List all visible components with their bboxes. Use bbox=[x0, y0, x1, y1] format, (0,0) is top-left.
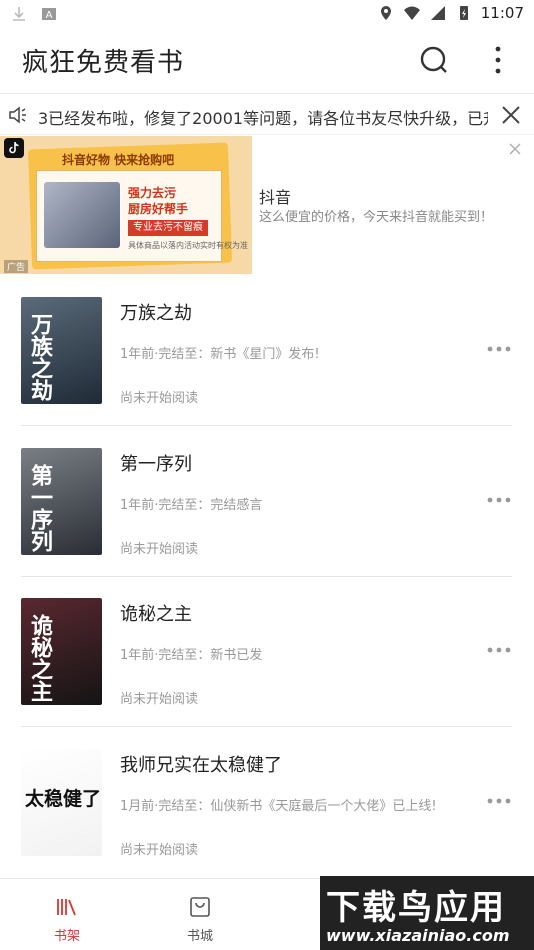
ad-headline: 抖音好物 快来抢购吧 bbox=[62, 153, 175, 167]
watermark-url: www.xiazainiao.com bbox=[326, 926, 510, 945]
battery-icon bbox=[459, 6, 468, 20]
app-title: 疯狂免费看书 bbox=[22, 48, 185, 78]
book-title: 诡秘之主 bbox=[120, 604, 192, 625]
book-progress: 尚未开始阅读 bbox=[120, 391, 199, 406]
search-icon[interactable] bbox=[418, 44, 450, 76]
book-title: 第一序列 bbox=[120, 454, 192, 475]
announcement-text: 3已经发布啦，修复了20001等问题，请各位书友尽快升级，已升级 bbox=[38, 109, 488, 128]
book-progress: 尚未开始阅读 bbox=[120, 542, 199, 557]
ad-tag: 广告 bbox=[4, 260, 29, 273]
book-progress: 尚未开始阅读 bbox=[120, 692, 199, 707]
tab-bookshelf[interactable]: 书架 bbox=[27, 879, 107, 950]
close-icon[interactable] bbox=[500, 104, 522, 126]
more-options-icon[interactable] bbox=[486, 342, 512, 356]
more-menu-icon[interactable] bbox=[486, 44, 510, 76]
more-options-icon[interactable] bbox=[486, 493, 512, 507]
tiktok-logo-icon bbox=[4, 138, 24, 158]
book-update: 1年前·完结至：完结感言 bbox=[120, 498, 263, 513]
clock: 11:07 bbox=[480, 4, 524, 22]
more-options-icon[interactable] bbox=[486, 643, 512, 657]
book-update: 1年前·完结至：新书已发 bbox=[120, 648, 263, 663]
product-image bbox=[44, 182, 120, 248]
ad-cta: 专业去污不留痕 bbox=[128, 220, 208, 236]
book-item[interactable]: 第一序列 第一序列 1年前·完结至：完结感言 尚未开始阅读 bbox=[0, 433, 534, 583]
speaker-icon bbox=[9, 106, 26, 124]
store-icon bbox=[190, 897, 210, 917]
divider bbox=[21, 425, 512, 426]
book-update: 1月前·完结至：仙侠新书《天庭最后一个大佬》已上线! bbox=[120, 799, 437, 814]
book-cover[interactable]: 第一序列 bbox=[21, 448, 102, 555]
tab-store[interactable]: 书城 bbox=[160, 879, 240, 950]
cover-title: 诡秘之主 bbox=[27, 614, 52, 702]
bookshelf-icon bbox=[57, 899, 76, 916]
divider bbox=[21, 726, 512, 727]
book-cover[interactable]: 万族之劫 bbox=[21, 297, 102, 404]
cover-title: 太稳健了 bbox=[25, 788, 102, 810]
book-item[interactable]: 万族之劫 万族之劫 1年前·完结至：新书《星门》发布! 尚未开始阅读 bbox=[0, 282, 534, 432]
font-notification-icon: A bbox=[42, 8, 56, 21]
cover-title: 第一序列 bbox=[27, 464, 52, 552]
book-update: 1年前·完结至：新书《星门》发布! bbox=[120, 347, 320, 362]
book-progress: 尚未开始阅读 bbox=[120, 843, 199, 858]
wifi-icon bbox=[403, 6, 420, 20]
download-icon bbox=[13, 7, 25, 21]
app-bar: 疯狂免费看书 bbox=[0, 28, 534, 94]
book-item[interactable]: 太稳健了 我师兄实在太稳健了 1月前·完结至：仙侠新书《天庭最后一个大佬》已上线… bbox=[0, 734, 534, 884]
divider bbox=[21, 576, 512, 577]
location-icon bbox=[380, 6, 391, 20]
book-cover[interactable]: 太稳健了 bbox=[21, 749, 102, 856]
svg-text:A: A bbox=[46, 10, 53, 21]
ad-brand: 抖音 bbox=[259, 188, 292, 207]
ad-description: 这么便宜的价格，今天来抖音就能买到！ bbox=[259, 210, 494, 225]
book-cover[interactable]: 诡秘之主 bbox=[21, 598, 102, 705]
watermark-title: 下载鸟应用 bbox=[326, 888, 506, 928]
status-bar: A 11:07 bbox=[0, 0, 534, 28]
ad-banner[interactable]: 抖音好物 快来抢购吧 强力去污 厨房好帮手 专业去污不留痕 具体商品以落内活动实… bbox=[0, 136, 534, 276]
ad-fine-print: 具体商品以落内活动实时有权为准 bbox=[128, 241, 248, 250]
tab-label: 书城 bbox=[186, 929, 213, 944]
ad-close-icon[interactable] bbox=[508, 142, 522, 156]
cover-title: 万族之劫 bbox=[27, 313, 52, 401]
book-item[interactable]: 诡秘之主 诡秘之主 1年前·完结至：新书已发 尚未开始阅读 bbox=[0, 583, 534, 733]
more-options-icon[interactable] bbox=[486, 794, 512, 808]
book-title: 我师兄实在太稳健了 bbox=[120, 755, 282, 776]
watermark: 下载鸟应用 www.xiazainiao.com bbox=[320, 876, 534, 950]
ad-image[interactable]: 抖音好物 快来抢购吧 强力去污 厨房好帮手 专业去污不留痕 具体商品以落内活动实… bbox=[0, 136, 252, 274]
ad-line2: 厨房好帮手 bbox=[128, 202, 189, 216]
signal-icon bbox=[430, 6, 445, 20]
tab-label: 书架 bbox=[53, 929, 80, 944]
ad-line1: 强力去污 bbox=[128, 186, 177, 200]
book-title: 万族之劫 bbox=[120, 303, 192, 324]
announcement-bar[interactable]: 3已经发布啦，修复了20001等问题，请各位书友尽快升级，已升级 bbox=[0, 95, 534, 135]
